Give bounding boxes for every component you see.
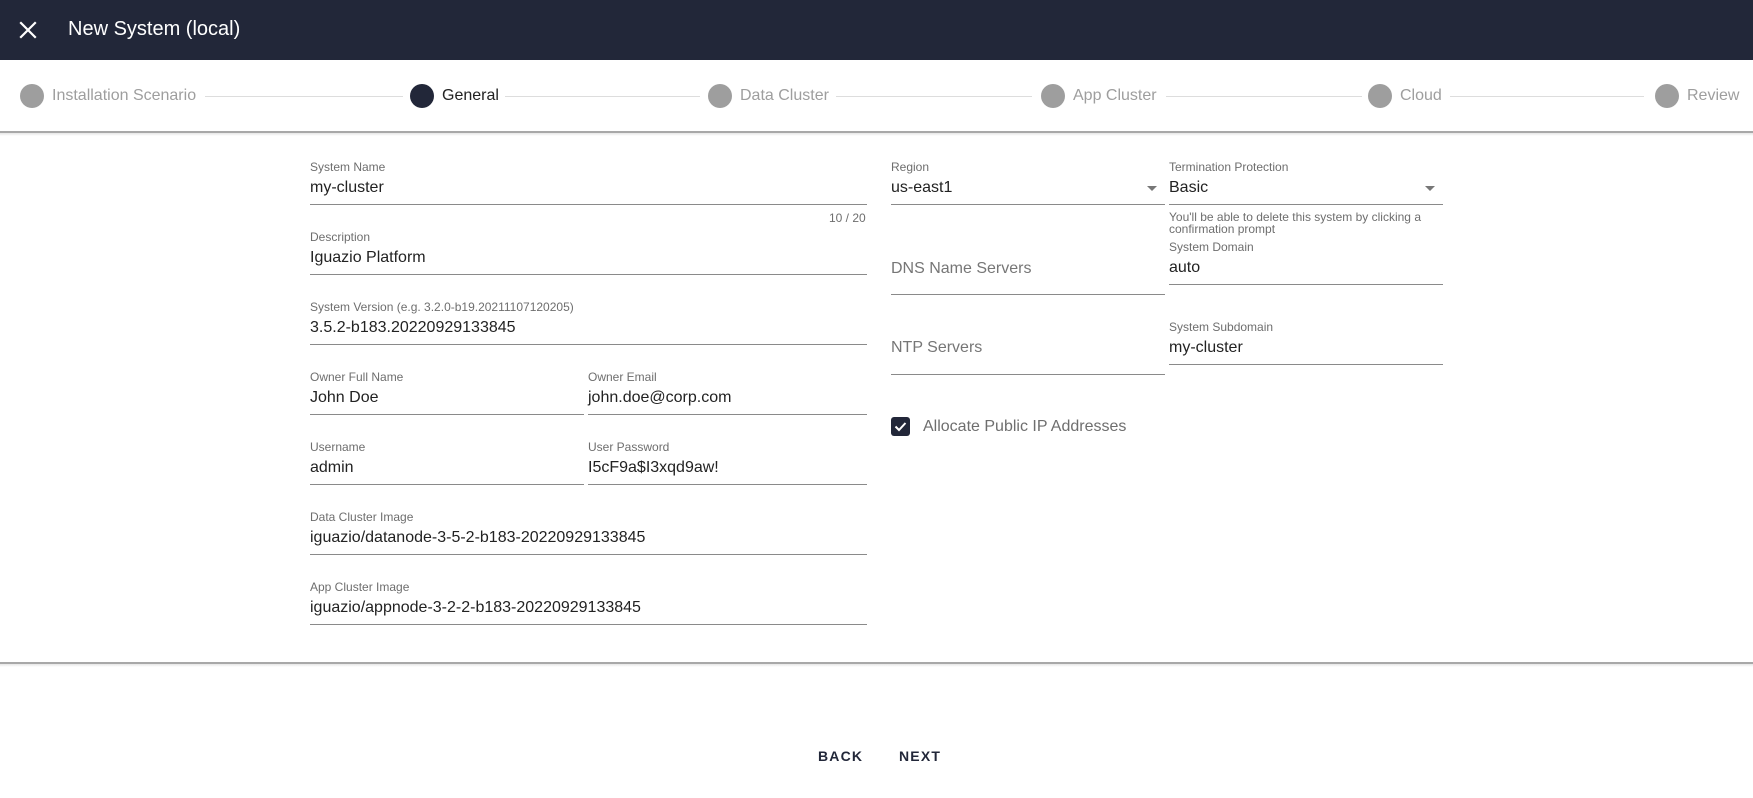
step-label: Review [1687,87,1740,104]
field-label: App Cluster Image [310,580,410,594]
owner-full-name-field[interactable]: Owner Full Name John Doe [310,370,584,415]
region-value[interactable]: us-east1 [891,178,1165,200]
back-button[interactable]: BACK [818,748,863,764]
data-cluster-image-input[interactable]: iguazio/datanode-3-5-2-b183-202209291338… [310,528,867,550]
termination-protection-hint: You'll be able to delete this system by … [1169,210,1421,236]
step-data-cluster[interactable]: Data Cluster [708,84,829,108]
owner-email-field[interactable]: Owner Email john.doe@corp.com [588,370,867,415]
app-header: New System (local) [0,0,1753,60]
field-underline [588,414,867,415]
region-select[interactable]: Region us-east1 [891,160,1165,205]
field-label: Data Cluster Image [310,510,414,524]
close-icon [19,21,37,39]
field-underline [891,294,1165,295]
field-underline [588,484,867,485]
field-label: System Domain [1169,240,1254,254]
system-name-field[interactable]: System Name my-cluster [310,160,867,205]
step-connector [1450,96,1644,97]
step-connector [505,96,700,97]
step-label: General [442,87,499,104]
system-name-input[interactable]: my-cluster [310,178,867,200]
step-label: Data Cluster [740,87,829,104]
field-label: System Subdomain [1169,320,1274,334]
username-input[interactable]: admin [310,458,584,480]
field-underline [310,484,584,485]
owner-email-input[interactable]: john.doe@corp.com [588,388,867,410]
step-app-cluster[interactable]: App Cluster [1041,84,1157,108]
chevron-down-icon[interactable] [1425,186,1435,191]
step-cloud[interactable]: Cloud [1368,84,1442,108]
ntp-servers-field[interactable]: NTP Servers [891,320,1165,375]
next-button[interactable]: NEXT [899,748,941,764]
user-password-field[interactable]: User Password I5cF9a$I3xqd9aw! [588,440,867,485]
system-subdomain-input[interactable]: my-cluster [1169,338,1443,360]
step-indicator-icon [1655,84,1679,108]
checkbox[interactable] [891,417,910,436]
character-counter: 10 / 20 [829,211,866,225]
checkbox-label: Allocate Public IP Addresses [923,417,1127,435]
step-indicator-icon [1368,84,1392,108]
field-underline [310,554,867,555]
step-label: App Cluster [1073,87,1157,104]
field-underline [891,374,1165,375]
divider-shadow [0,133,1753,136]
system-subdomain-field[interactable]: System Subdomain my-cluster [1169,320,1443,365]
app-cluster-image-input[interactable]: iguazio/appnode-3-2-2-b183-2022092913384… [310,598,867,620]
system-domain-field[interactable]: System Domain auto [1169,240,1443,285]
step-indicator-icon [1041,84,1065,108]
step-indicator-icon [410,84,434,108]
termination-protection-select[interactable]: Termination Protection Basic [1169,160,1443,205]
step-connector [1166,96,1362,97]
allocate-public-ip-checkbox[interactable]: Allocate Public IP Addresses [891,417,1126,436]
step-label: Installation Scenario [52,87,197,104]
field-label: Description [310,230,371,244]
field-underline [1169,364,1443,365]
field-label: Termination Protection [1169,160,1289,174]
checkmark-icon [894,422,907,432]
step-connector [836,96,1032,97]
field-label: Region [891,160,930,174]
system-version-field[interactable]: System Version (e.g. 3.2.0-b19.202111071… [310,300,867,345]
step-indicator-icon [708,84,732,108]
data-cluster-image-field[interactable]: Data Cluster Image iguazio/datanode-3-5-… [310,510,867,555]
ntp-servers-placeholder: NTP Servers [891,339,983,356]
field-underline [1169,284,1443,285]
page-title: New System (local) [68,18,241,40]
description-input[interactable]: Iguazio Platform [310,248,867,270]
field-underline [310,624,867,625]
description-field[interactable]: Description Iguazio Platform [310,230,867,275]
termination-protection-value[interactable]: Basic [1169,178,1443,200]
field-label: System Name [310,160,386,174]
system-domain-input[interactable]: auto [1169,258,1443,280]
field-label: Username [310,440,366,454]
step-indicator-icon [20,84,44,108]
field-underline [310,274,867,275]
field-label: Owner Full Name [310,370,404,384]
system-version-input[interactable]: 3.5.2-b183.20220929133845 [310,318,867,340]
divider-shadow [0,664,1753,667]
field-underline [310,204,867,205]
user-password-input[interactable]: I5cF9a$I3xqd9aw! [588,458,867,480]
dns-name-servers-field[interactable]: DNS Name Servers [891,240,1165,295]
field-underline [310,414,584,415]
field-label: Owner Email [588,370,657,384]
field-underline [1169,204,1443,205]
username-field[interactable]: Username admin [310,440,584,485]
owner-full-name-input[interactable]: John Doe [310,388,584,410]
close-button[interactable] [14,16,42,44]
field-label: User Password [588,440,670,454]
field-underline [891,204,1165,205]
step-label: Cloud [1400,87,1442,104]
step-connector [205,96,403,97]
step-installation-scenario[interactable]: Installation Scenario [20,84,196,108]
field-label: System Version (e.g. 3.2.0-b19.202111071… [310,300,574,314]
field-underline [310,344,867,345]
step-review[interactable]: Review [1655,84,1739,108]
step-general[interactable]: General [410,84,499,108]
app-cluster-image-field[interactable]: App Cluster Image iguazio/appnode-3-2-2-… [310,580,867,625]
dns-name-servers-placeholder: DNS Name Servers [891,260,1032,277]
wizard-stepper: Installation Scenario General Data Clust… [0,60,1753,132]
chevron-down-icon[interactable] [1147,186,1157,191]
